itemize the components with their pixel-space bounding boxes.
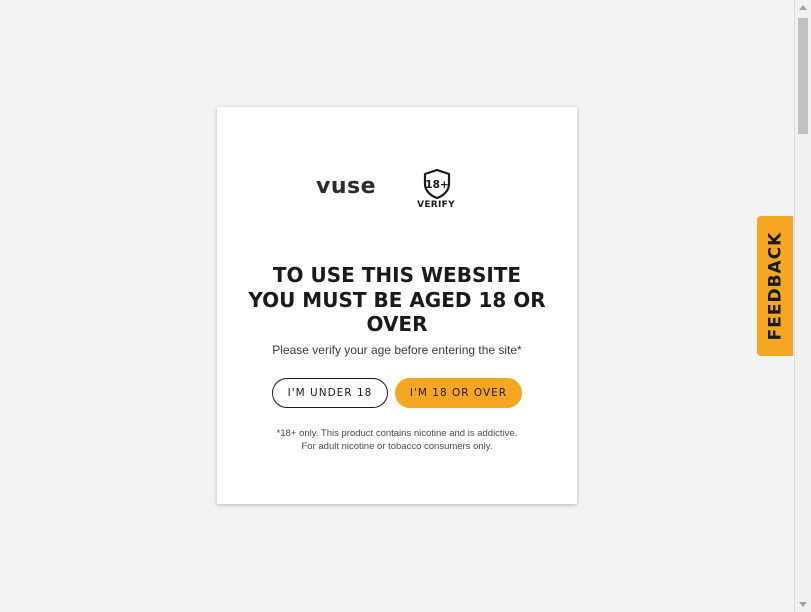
logo-row: vuse 18+ VERIFY (217, 169, 577, 215)
age-verification-modal: vuse 18+ VERIFY TO USE THIS WEBSITE YOU … (217, 107, 577, 504)
shield-icon: 18+ (423, 169, 451, 199)
scrollbar-thumb[interactable] (798, 18, 808, 134)
scroll-down-arrow-icon[interactable] (799, 602, 807, 607)
brand-logo: vuse (316, 174, 377, 199)
under-18-button[interactable]: I'M UNDER 18 (272, 378, 388, 408)
disclaimer-line-1: *18+ only. This product contains nicotin… (276, 428, 518, 439)
age-headline: TO USE THIS WEBSITE YOU MUST BE AGED 18 … (248, 263, 546, 336)
18-or-over-button[interactable]: I'M 18 OR OVER (395, 378, 522, 408)
vertical-scrollbar[interactable] (794, 0, 811, 612)
scroll-up-arrow-icon[interactable] (799, 5, 807, 10)
disclaimer-line-2: For adult nicotine or tobacco consumers … (301, 441, 493, 452)
feedback-tab[interactable]: FEEDBACK (757, 216, 793, 356)
page: vuse 18+ VERIFY TO USE THIS WEBSITE YOU … (0, 0, 811, 612)
badge-number: 18+ (425, 179, 448, 191)
age-verify-badge: 18+ VERIFY (414, 169, 458, 215)
verify-subtext: Please verify your age before entering t… (272, 343, 522, 357)
badge-label: VERIFY (417, 200, 455, 210)
nicotine-disclaimer: *18+ only. This product contains nicotin… (217, 427, 577, 453)
feedback-label: FEEDBACK (765, 231, 785, 341)
button-row: I'M UNDER 18 I'M 18 OR OVER (217, 378, 577, 408)
